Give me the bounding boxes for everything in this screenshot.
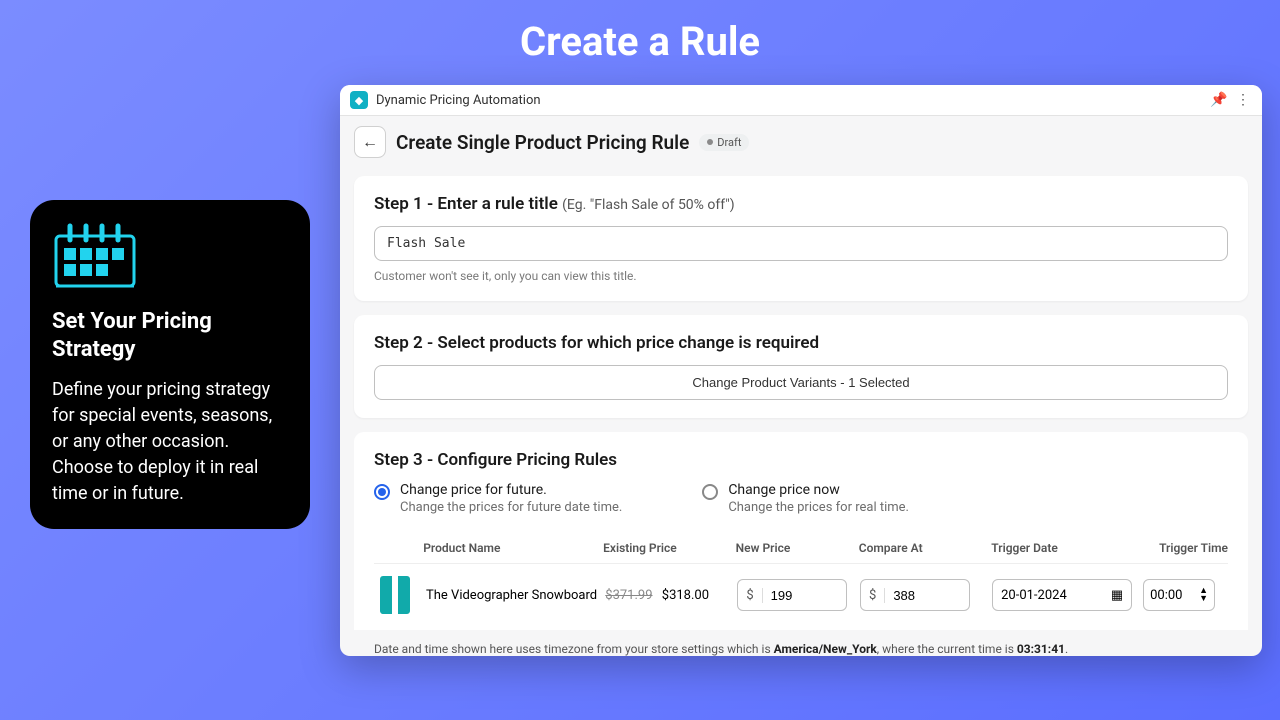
compare-at-field[interactable] xyxy=(885,588,969,603)
new-price-input[interactable]: $ xyxy=(737,579,847,611)
rule-title-input[interactable] xyxy=(374,226,1228,261)
back-button[interactable]: ← xyxy=(354,126,386,158)
page-header: ← Create Single Product Pricing Rule Dra… xyxy=(340,116,1262,162)
step1-helper: Customer won't see it, only you can view… xyxy=(374,269,1228,283)
trigger-time-value: 00:00 xyxy=(1150,588,1182,603)
step3-card: Step 3 - Configure Pricing Rules Change … xyxy=(354,432,1248,630)
old-price: $371.99 xyxy=(605,588,652,603)
currency-prefix: $ xyxy=(861,588,885,603)
col-new: New Price xyxy=(736,541,859,555)
table-row: The Videographer Snowboard $371.99 $318.… xyxy=(374,564,1228,620)
step3-label: Step 3 - Configure Pricing Rules xyxy=(374,450,1228,470)
compare-at-input[interactable]: $ xyxy=(860,579,970,611)
change-variants-button[interactable]: Change Product Variants - 1 Selected xyxy=(374,365,1228,400)
app-window: ◆ Dynamic Pricing Automation 📌 ⋮ ← Creat… xyxy=(340,85,1262,656)
price-table-header: Product Name Existing Price New Price Co… xyxy=(374,533,1228,564)
col-trigtime: Trigger Time xyxy=(1143,541,1228,555)
step1-hint: (Eg. "Flash Sale of 50% off") xyxy=(562,197,735,213)
trigger-date-value: 20-01-2024 xyxy=(1001,588,1067,603)
tz-prefix: Date and time shown here uses timezone f… xyxy=(374,642,774,656)
titlebar: ◆ Dynamic Pricing Automation 📌 ⋮ xyxy=(340,85,1262,116)
promo-heading: Set Your Pricing Strategy xyxy=(52,308,288,363)
pricing-mode-options: Change price for future. Change the pric… xyxy=(374,482,1228,515)
rule-title: Create Single Product Pricing Rule xyxy=(396,131,689,154)
tz-time: 03:31:41 xyxy=(1017,642,1065,656)
more-icon[interactable]: ⋮ xyxy=(1234,92,1252,108)
trigger-time-input[interactable]: 00:00 ▲▼ xyxy=(1143,579,1215,611)
tz-mid: , where the current time is xyxy=(877,642,1017,656)
app-icon: ◆ xyxy=(350,91,368,109)
col-trigdate: Trigger Date xyxy=(991,541,1142,555)
promo-description: Define your pricing strategy for special… xyxy=(52,377,288,507)
promo-card: Set Your Pricing Strategy Define your pr… xyxy=(30,200,310,529)
status-badge: Draft xyxy=(699,134,749,151)
trigger-date-input[interactable]: 20-01-2024 ▦ xyxy=(992,579,1132,611)
product-thumbnail xyxy=(380,576,410,614)
existing-price: $371.99 $318.00 xyxy=(605,588,737,603)
col-product: Product Name xyxy=(423,541,603,555)
step1-label: Step 1 - Enter a rule title (Eg. "Flash … xyxy=(374,194,1228,214)
radio-icon xyxy=(374,484,390,500)
pin-icon[interactable]: 📌 xyxy=(1210,92,1228,108)
step2-card: Step 2 - Select products for which price… xyxy=(354,315,1248,418)
calendar-picker-icon: ▦ xyxy=(1111,588,1123,603)
option-future-title: Change price for future. xyxy=(400,482,622,498)
option-now[interactable]: Change price now Change the prices for r… xyxy=(702,482,909,515)
step1-title: Step 1 - Enter a rule title xyxy=(374,194,558,214)
stepper-icon: ▲▼ xyxy=(1199,587,1208,603)
currency-prefix: $ xyxy=(738,588,762,603)
new-price-field[interactable] xyxy=(763,588,847,603)
app-name: Dynamic Pricing Automation xyxy=(376,93,541,108)
option-future-sub: Change the prices for future date time. xyxy=(400,500,622,515)
option-future[interactable]: Change price for future. Change the pric… xyxy=(374,482,622,515)
option-now-title: Change price now xyxy=(728,482,909,498)
radio-icon xyxy=(702,484,718,500)
col-compare: Compare At xyxy=(859,541,992,555)
timezone-note: Date and time shown here uses timezone f… xyxy=(340,630,1262,656)
col-existing: Existing Price xyxy=(603,541,736,555)
option-now-sub: Change the prices for real time. xyxy=(728,500,909,515)
step2-label: Step 2 - Select products for which price… xyxy=(374,333,1228,353)
tz-zone: America/New_York xyxy=(774,642,877,656)
step1-card: Step 1 - Enter a rule title (Eg. "Flash … xyxy=(354,176,1248,301)
current-price: $318.00 xyxy=(662,588,709,603)
product-name: The Videographer Snowboard xyxy=(426,588,605,603)
tz-suffix: . xyxy=(1065,642,1068,656)
page-title: Create a Rule xyxy=(0,0,1280,75)
calendar-icon xyxy=(52,222,288,294)
